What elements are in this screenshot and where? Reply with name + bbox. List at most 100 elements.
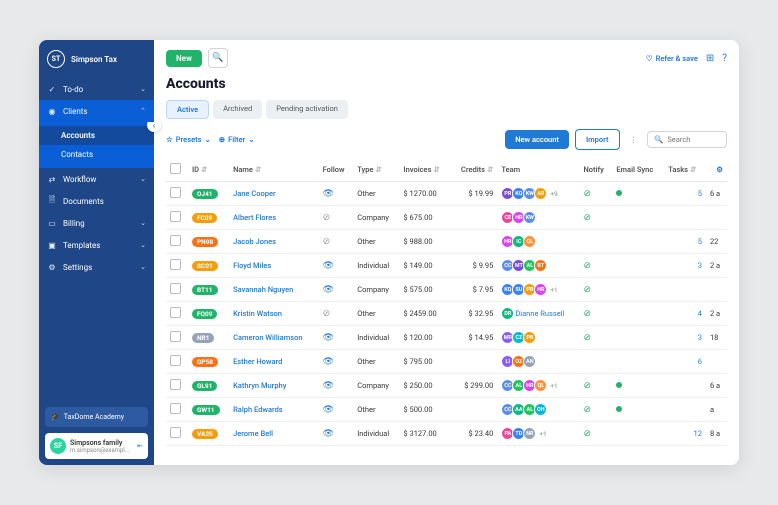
- follow-toggle[interactable]: 👁: [323, 381, 334, 391]
- follow-toggle[interactable]: 👁: [323, 429, 334, 439]
- import-button[interactable]: Import: [575, 129, 620, 150]
- row-checkbox[interactable]: [170, 235, 181, 246]
- follow-toggle[interactable]: 👁: [323, 189, 334, 199]
- col-type[interactable]: Type⇵: [353, 158, 399, 182]
- team-cell: HRICQL: [501, 235, 575, 248]
- row-checkbox[interactable]: [170, 403, 181, 414]
- user-chip[interactable]: SF Simpsons family m.simpson@exampl... ⇤: [45, 433, 148, 459]
- follow-toggle[interactable]: 👁: [323, 357, 334, 367]
- row-checkbox[interactable]: [170, 187, 181, 198]
- row-checkbox[interactable]: [170, 307, 181, 318]
- table-row[interactable]: GP58 Esther Howard 👁 Other $ 795.00 LIOZ…: [166, 350, 727, 374]
- col-settings[interactable]: ⚙: [706, 158, 727, 182]
- nav-accounts[interactable]: Accounts: [39, 126, 154, 145]
- table-row[interactable]: SC01 Floyd Miles 👁 Individual $ 149.00 $…: [166, 254, 727, 278]
- nav-clients[interactable]: ◉Clients⌃: [39, 100, 154, 122]
- tasks-cell[interactable]: 12: [664, 422, 706, 446]
- account-name-link[interactable]: Floyd Miles: [233, 261, 271, 270]
- taxdome-academy-link[interactable]: 🎓TaxDome Academy: [45, 407, 148, 427]
- table-row[interactable]: OJ41 Jane Cooper 👁 Other $ 1270.00 $ 19.…: [166, 182, 727, 206]
- new-button[interactable]: New: [166, 50, 202, 67]
- tasks-cell[interactable]: 6: [664, 350, 706, 374]
- col-emailsync[interactable]: Email Sync: [612, 158, 664, 182]
- row-checkbox[interactable]: [170, 331, 181, 342]
- col-invoices[interactable]: Invoices⇵: [399, 158, 450, 182]
- account-name-link[interactable]: Kristin Watson: [233, 309, 282, 318]
- account-name-link[interactable]: Savannah Nguyen: [233, 285, 293, 294]
- follow-toggle[interactable]: 👁: [323, 261, 334, 271]
- more-actions-button[interactable]: ⋮: [626, 131, 642, 148]
- col-notify[interactable]: Notify: [579, 158, 612, 182]
- tasks-cell[interactable]: 4: [664, 302, 706, 326]
- table-row[interactable]: GL91 Kathryn Murphy 👁 Company $ 250.00 $…: [166, 374, 727, 398]
- tab-pending[interactable]: Pending activation: [266, 100, 348, 119]
- nav-contacts[interactable]: Contacts: [39, 145, 154, 164]
- team-cell: CCMTALBT: [501, 259, 575, 272]
- follow-toggle[interactable]: 👁: [323, 333, 334, 343]
- tasks-cell[interactable]: [664, 206, 706, 230]
- tasks-cell[interactable]: [664, 278, 706, 302]
- table-row[interactable]: FC09 Albert Flores ⊘ Company $ 675.00 CE…: [166, 206, 727, 230]
- table-row[interactable]: PN98 Jacob Jones ⊘ Other $ 988.00 HRICQL…: [166, 230, 727, 254]
- nav-documents[interactable]: 🗎Documents: [39, 190, 154, 212]
- follow-toggle[interactable]: ⊘: [323, 213, 331, 223]
- nav-templates-label: Templates: [63, 241, 100, 250]
- follow-toggle[interactable]: ⊘: [323, 309, 331, 319]
- help-icon[interactable]: ?: [722, 53, 727, 64]
- col-team[interactable]: Team: [497, 158, 579, 182]
- nav-workflow[interactable]: ⇄Workflow⌄: [39, 168, 154, 190]
- account-name-link[interactable]: Cameron Williamson: [233, 333, 302, 342]
- account-name-link[interactable]: Kathryn Murphy: [233, 381, 286, 390]
- account-name-link[interactable]: Jerome Bell: [233, 429, 273, 438]
- nav-settings[interactable]: ⚙Settings⌄: [39, 256, 154, 278]
- tasks-cell[interactable]: 5: [664, 230, 706, 254]
- search-top-button[interactable]: 🔍: [208, 48, 228, 68]
- tasks-cell[interactable]: [664, 398, 706, 422]
- row-checkbox[interactable]: [170, 355, 181, 366]
- table-row[interactable]: FQ09 Kristin Watson ⊘ Other $ 2459.00 $ …: [166, 302, 727, 326]
- invoices-cell: $ 250.00: [399, 374, 450, 398]
- assignee-link[interactable]: Dianne Russell: [515, 309, 564, 318]
- tab-archived[interactable]: Archived: [213, 100, 262, 119]
- col-id[interactable]: ID⇵: [188, 158, 229, 182]
- apps-icon[interactable]: ⊞: [706, 53, 714, 64]
- tasks-cell[interactable]: 3: [664, 326, 706, 350]
- follow-toggle[interactable]: ⊘: [323, 237, 331, 247]
- follow-toggle[interactable]: 👁: [323, 285, 334, 295]
- tasks-cell[interactable]: 5: [664, 182, 706, 206]
- col-credits[interactable]: Credits⇵: [451, 158, 498, 182]
- col-tasks[interactable]: Tasks⇵: [664, 158, 706, 182]
- account-name-link[interactable]: Esther Howard: [233, 357, 282, 366]
- col-follow[interactable]: Follow: [319, 158, 354, 182]
- new-account-button[interactable]: New account: [505, 130, 569, 149]
- account-name-link[interactable]: Jacob Jones: [233, 237, 276, 246]
- tasks-cell[interactable]: 3: [664, 254, 706, 278]
- emailsync-cell: [612, 254, 664, 278]
- row-checkbox[interactable]: [170, 259, 181, 270]
- table-row[interactable]: GW11 Ralph Edwards 👁 Other $ 500.00 CCAA…: [166, 398, 727, 422]
- tasks-cell[interactable]: [664, 374, 706, 398]
- row-checkbox[interactable]: [170, 379, 181, 390]
- table-row[interactable]: VA35 Jerome Bell 👁 Individual $ 3127.00 …: [166, 422, 727, 446]
- account-name-link[interactable]: Albert Flores: [233, 213, 276, 222]
- nav-billing[interactable]: ▭Billing⌄: [39, 212, 154, 234]
- account-name-link[interactable]: Ralph Edwards: [233, 405, 283, 414]
- select-all-checkbox[interactable]: [170, 163, 181, 174]
- logout-icon[interactable]: ⇤: [137, 442, 143, 450]
- search-input-wrap[interactable]: 🔍: [647, 131, 727, 148]
- account-name-link[interactable]: Jane Cooper: [233, 189, 276, 198]
- search-input[interactable]: [667, 135, 722, 144]
- tab-active[interactable]: Active: [166, 100, 209, 119]
- row-checkbox[interactable]: [170, 427, 181, 438]
- nav-templates[interactable]: ▣Templates⌄: [39, 234, 154, 256]
- row-checkbox[interactable]: [170, 211, 181, 222]
- nav-todo[interactable]: ✓To-do⌄: [39, 78, 154, 100]
- row-checkbox[interactable]: [170, 283, 181, 294]
- presets-button[interactable]: ☆Presets ⌄: [166, 135, 211, 144]
- col-name[interactable]: Name⇵: [229, 158, 319, 182]
- follow-toggle[interactable]: 👁: [323, 405, 334, 415]
- filter-button[interactable]: ⊕Filter ⌄: [219, 135, 255, 144]
- table-row[interactable]: NR1 Cameron Williamson 👁 Individual $ 12…: [166, 326, 727, 350]
- table-row[interactable]: BT11 Savannah Nguyen 👁 Company $ 575.00 …: [166, 278, 727, 302]
- refer-link[interactable]: ♡Refer & save: [646, 54, 698, 63]
